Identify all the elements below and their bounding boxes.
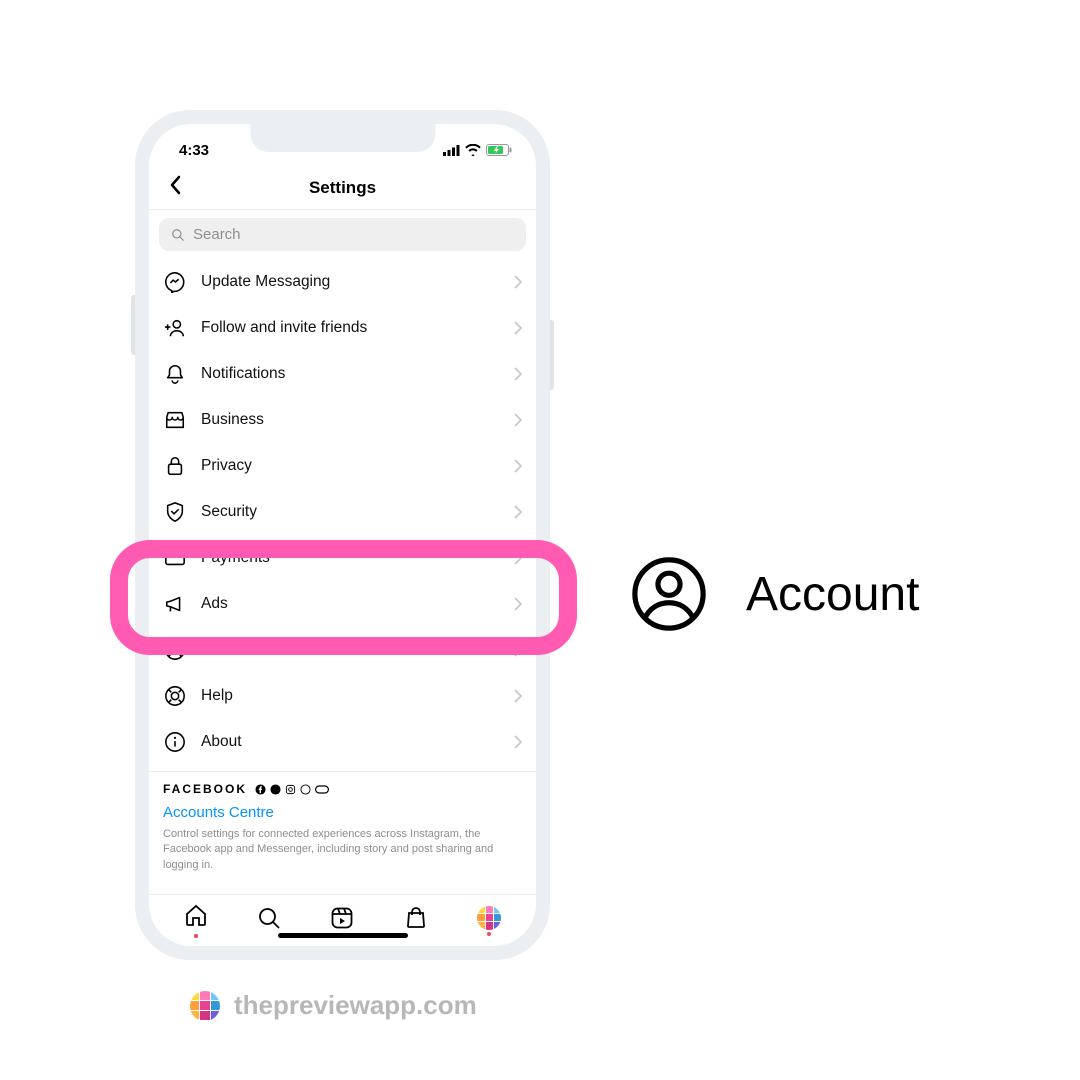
tab-bar [149,894,536,946]
shop-bag-icon [404,906,428,930]
oculus-small-icon [315,785,329,794]
tab-search[interactable] [257,906,281,935]
row-label: Help [201,687,500,705]
row-about[interactable]: About [149,719,536,765]
row-label: Security [201,503,500,521]
row-label: About [201,733,500,751]
battery-icon [486,144,512,156]
row-label: Business [201,411,500,429]
row-business[interactable]: Business [149,397,536,443]
search-placeholder: Search [193,226,241,243]
phone-frame: 4:33 Settings Search Update Messaging [135,110,550,960]
add-user-icon [164,317,186,339]
tab-home[interactable] [184,903,208,938]
row-privacy[interactable]: Privacy [149,443,536,489]
home-icon [184,903,208,927]
row-help[interactable]: Help [149,673,536,719]
accounts-centre-section: FACEBOOK Accounts Centre Control setting… [149,771,536,887]
row-security[interactable]: Security [149,489,536,535]
messenger-small-icon [270,784,281,795]
home-indicator [278,933,408,938]
accounts-centre-desc: Control settings for connected experienc… [163,827,522,873]
lock-icon [164,455,186,477]
chevron-right-icon [514,735,522,749]
power-button [550,320,554,390]
notification-dot [487,932,491,936]
chevron-right-icon [514,505,522,519]
preview-logo-icon [190,991,220,1021]
chevron-right-icon [514,689,522,703]
notch [250,124,435,152]
row-label: Privacy [201,457,500,475]
accounts-centre-link[interactable]: Accounts Centre [163,804,522,821]
watermark: thepreviewapp.com [190,990,477,1021]
callout-label: Account [746,567,919,622]
info-icon [164,731,186,753]
facebook-brand: FACEBOOK [163,782,522,796]
help-icon [164,685,186,707]
row-label: Update Messaging [201,273,500,291]
highlight-annotation [110,540,577,655]
instagram-small-icon [285,784,296,795]
chevron-right-icon [514,367,522,381]
whatsapp-small-icon [300,784,311,795]
chevron-left-icon [169,175,181,195]
row-label: Follow and invite friends [201,319,500,337]
cellular-icon [443,145,460,156]
wifi-icon [465,144,481,156]
callout: Account [630,555,919,633]
search-icon [171,228,185,242]
back-button[interactable] [163,169,187,206]
nav-bar: Settings [149,166,536,210]
tab-profile[interactable] [477,906,501,936]
messenger-icon [164,271,186,293]
watermark-text: thepreviewapp.com [234,990,477,1021]
shop-icon [164,409,186,431]
chevron-right-icon [514,321,522,335]
row-follow-invite[interactable]: Follow and invite friends [149,305,536,351]
search-wrap: Search [149,210,536,259]
tab-reels[interactable] [330,906,354,935]
page-title: Settings [149,178,536,198]
facebook-icon [255,784,266,795]
account-icon [630,555,708,633]
phone-screen: 4:33 Settings Search Update Messaging [149,124,536,946]
status-time: 4:33 [179,142,209,159]
volume-button [131,295,135,355]
chevron-right-icon [514,413,522,427]
chevron-right-icon [514,459,522,473]
notification-dot [194,934,198,938]
reels-icon [330,906,354,930]
row-update-messaging[interactable]: Update Messaging [149,259,536,305]
search-icon [257,906,281,930]
brand-text: FACEBOOK [163,782,247,796]
profile-avatar [477,906,501,930]
chevron-right-icon [514,275,522,289]
bell-icon [164,363,186,385]
search-input[interactable]: Search [159,218,526,251]
tab-shop[interactable] [404,906,428,935]
row-notifications[interactable]: Notifications [149,351,536,397]
shield-icon [164,501,186,523]
status-icons [443,144,512,156]
row-label: Notifications [201,365,500,383]
